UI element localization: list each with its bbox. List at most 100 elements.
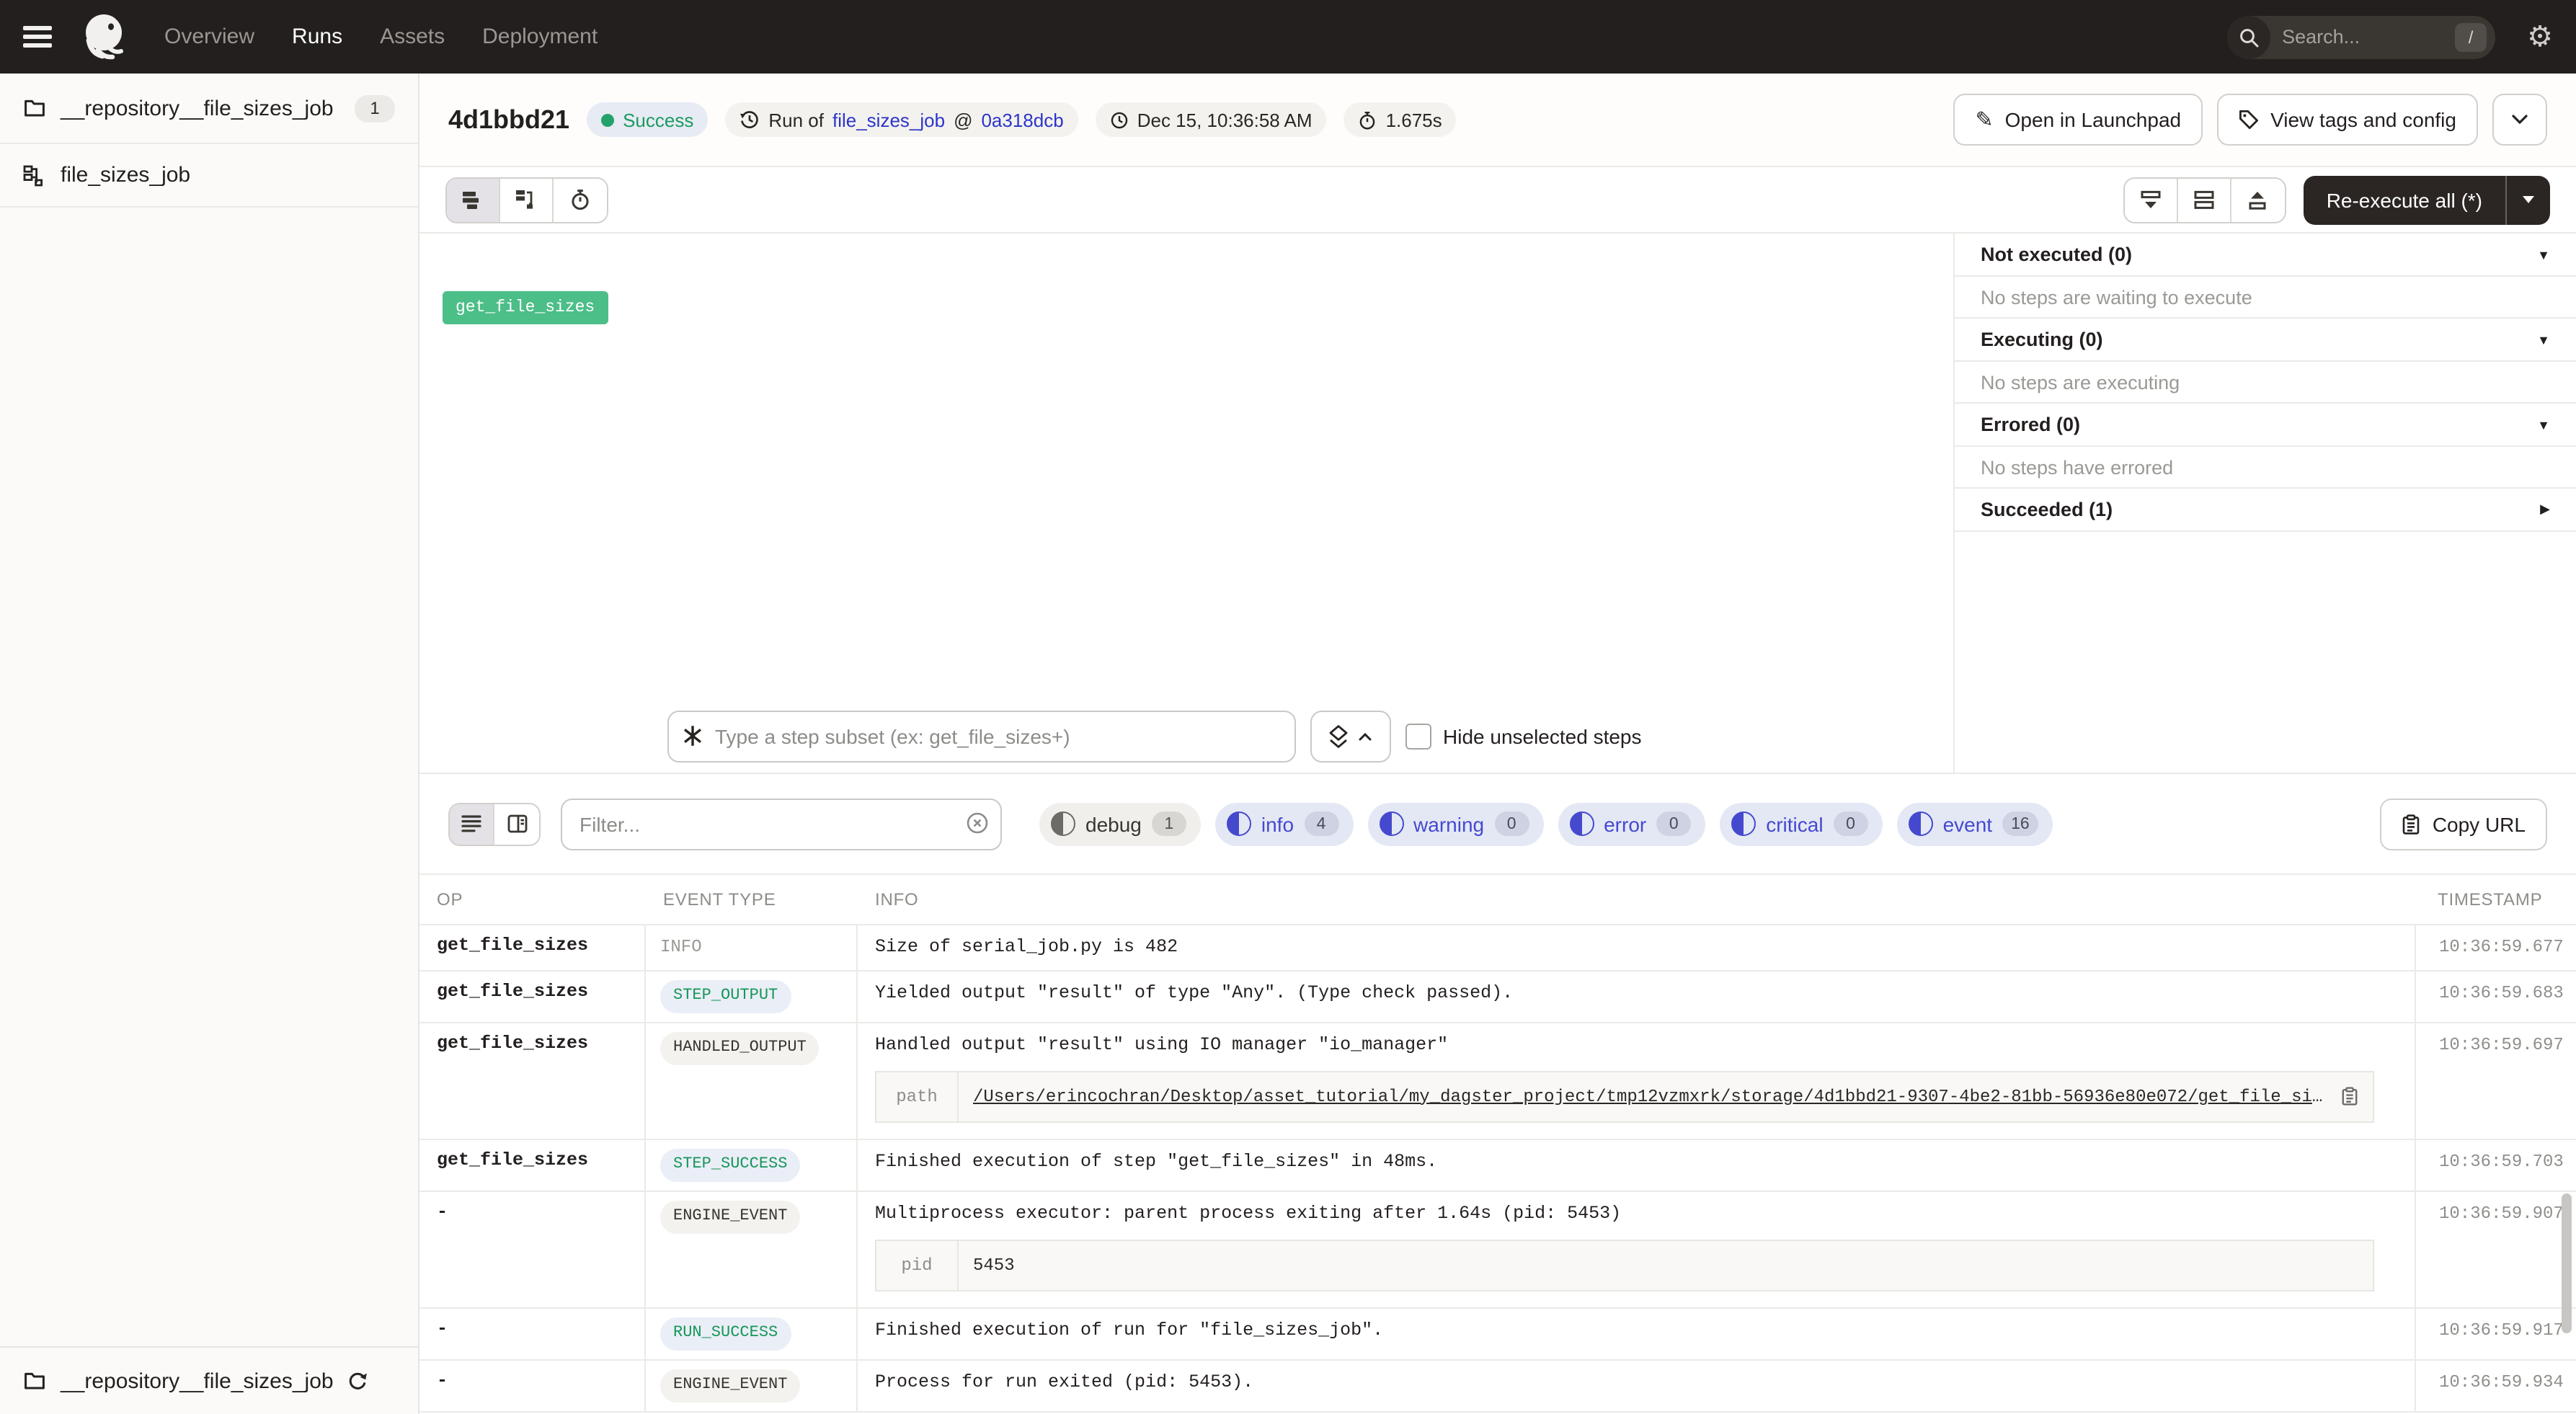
step-subset-input[interactable] [667,711,1296,762]
log-row[interactable]: -ENGINE_EVENTProcess for run exited (pid… [419,1360,2576,1412]
copy-path-icon[interactable] [2341,1088,2358,1106]
copy-url-button[interactable]: Copy URL [2381,798,2547,850]
clear-filter-icon[interactable] [966,811,989,834]
clock-icon [1110,110,1129,129]
collapse-down-button[interactable] [2125,178,2178,221]
log-filter-input[interactable] [561,798,1002,850]
step-section-header[interactable]: Errored (0)▼ [1955,404,2576,447]
reexecute-dropdown-button[interactable] [2505,175,2550,224]
log-row[interactable]: get_file_sizesSTEP_SUCCESSFinished execu… [419,1140,2576,1192]
metadata-value: 5453 [973,1255,1015,1275]
waterfall-view-button[interactable] [500,178,554,221]
dagster-run-page: Overview Runs Assets Deployment Search..… [0,0,2576,1414]
run-content: 4d1bbd21 Success Run of file_sizes_job [419,74,2576,1414]
header-more-button[interactable] [2492,94,2547,146]
event-type-badge: STEP_OUTPUT [660,980,791,1013]
triangle-down-icon: ▼ [2537,332,2550,347]
hide-unselected-checkbox[interactable] [1405,724,1431,750]
log-timestamp: 10:36:59.697 [2415,1023,2576,1139]
vertical-scrollbar-thumb[interactable] [2562,1193,2572,1333]
search-placeholder: Search... [2282,26,2455,48]
log-info-text: Handled output "result" using IO manager… [875,1033,2397,1058]
graph-query-toggle-button[interactable] [1310,711,1391,762]
step-section-empty-text: No steps are executing [1955,362,2576,404]
gear-icon[interactable]: ⚙ [2527,22,2553,51]
collapse-up-icon [2247,190,2270,210]
log-level-toggle-error[interactable]: error0 [1558,802,1705,845]
menu-icon[interactable] [23,26,52,48]
step-section-header[interactable]: Executing (0)▼ [1955,319,2576,362]
step-section-empty-text: No steps have errored [1955,447,2576,489]
repository-count-badge: 1 [355,94,395,122]
metadata-value-cell: 5453 [959,1240,2373,1289]
repository-name: __repository__file_sizes_job [61,96,334,120]
open-in-launchpad-button[interactable]: ✎ Open in Launchpad [1954,94,2203,146]
nav-assets[interactable]: Assets [380,25,445,49]
reload-icon[interactable] [348,1371,368,1391]
hide-unselected-control[interactable]: Hide unselected steps [1405,724,1642,750]
log-table: OP EVENT TYPE INFO TIMESTAMP get_file_si… [419,873,2576,1414]
log-row[interactable]: -RUN_SUCCESS Finished execution of run fo… [419,1308,2576,1360]
dagster-logo-icon[interactable] [78,11,130,63]
col-op: OP [419,875,646,924]
sidebar-footer-repository[interactable]: __repository__file_sizes_job [0,1346,418,1414]
gantt-step-bar[interactable]: get_file_sizes [443,291,608,324]
log-level-toggle-critical[interactable]: critical0 [1720,802,1882,845]
flat-bars-icon [461,190,484,210]
split-view-button[interactable] [2178,178,2231,221]
flat-view-button[interactable] [447,178,500,221]
log-info-text: Size of serial_job.py is 482 [875,935,2397,960]
log-op: get_file_sizes [419,1140,646,1191]
log-row[interactable]: -ENGINE_EVENTMultiprocess executor: pare… [419,1192,2576,1309]
log-row[interactable]: get_file_sizesHANDLED_OUTPUTHandled outp… [419,1023,2576,1140]
commit-link[interactable]: 0a318dcb [981,109,1063,130]
sidebar: __repository__file_sizes_job 1 file_size… [0,74,419,1414]
toggle-icon [1569,812,1594,836]
triangle-down-icon: ▼ [2537,417,2550,432]
step-section-header[interactable]: Succeeded (1)▶ [1955,489,2576,532]
log-level-count: 1 [1152,812,1186,836]
log-timestamp: 10:36:59.917 [2415,1308,2576,1359]
search-input[interactable]: Search... / [2227,15,2495,58]
log-row[interactable]: get_file_sizesSTEP_OUTPUTYielded output … [419,971,2576,1023]
sidebar-item-repository[interactable]: __repository__file_sizes_job 1 [0,74,418,144]
log-level-label: critical [1766,812,1823,835]
event-type-badge: HANDLED_OUTPUT [660,1032,820,1065]
status-badge: Success [587,102,708,137]
footer-repository-name: __repository__file_sizes_job [61,1369,334,1393]
sidebar-item-job[interactable]: file_sizes_job [0,144,418,208]
stopwatch-icon [569,189,591,210]
log-level-toggle-warning[interactable]: warning0 [1367,802,1543,845]
nav-runs[interactable]: Runs [292,25,342,49]
col-info: INFO [858,875,2415,924]
log-list-view-button[interactable] [450,804,494,844]
job-link[interactable]: file_sizes_job [832,109,945,130]
log-structured-view-button[interactable] [494,804,539,844]
log-op: - [419,1308,646,1359]
metadata-path-link[interactable]: /Users/erincochran/Desktop/asset_tutoria… [973,1087,2328,1107]
triangle-right-icon: ▶ [2540,502,2550,517]
metadata-value-cell: /Users/erincochran/Desktop/asset_tutoria… [959,1072,2373,1121]
reexecute-all-button[interactable]: Re-execute all (*) [2304,175,2505,224]
nav-deployment[interactable]: Deployment [482,25,598,49]
log-toolbar: debug1 info 4 warning0 error0 critical0 event1… [419,774,2576,873]
log-info-text: Multiprocess executor: parent process ex… [875,1202,2397,1227]
list-icon [461,814,481,833]
log-info-text: Finished execution of run for "file_size… [875,1318,2397,1343]
log-level-toggle-debug[interactable]: debug1 [1039,802,1201,845]
step-section-header[interactable]: Not executed (0)▼ [1955,234,2576,277]
toggle-icon [1909,812,1933,836]
structured-view-icon [507,814,527,833]
log-level-label: info [1261,812,1294,835]
log-view-switcher [448,802,541,845]
collapse-up-button[interactable] [2231,178,2285,221]
log-event-type-cell: RUN_SUCCESS [646,1308,858,1359]
timing-view-button[interactable] [554,178,607,221]
folder-icon [23,97,46,120]
view-tags-config-button[interactable]: View tags and config [2217,94,2478,146]
log-level-toggle-info[interactable]: info 4 [1215,802,1353,845]
log-level-toggle-event[interactable]: event16 [1897,802,2053,845]
log-row[interactable]: get_file_sizesINFOSize of serial_job.py … [419,925,2576,971]
log-level-count: 4 [1304,812,1338,836]
nav-overview[interactable]: Overview [164,25,254,49]
